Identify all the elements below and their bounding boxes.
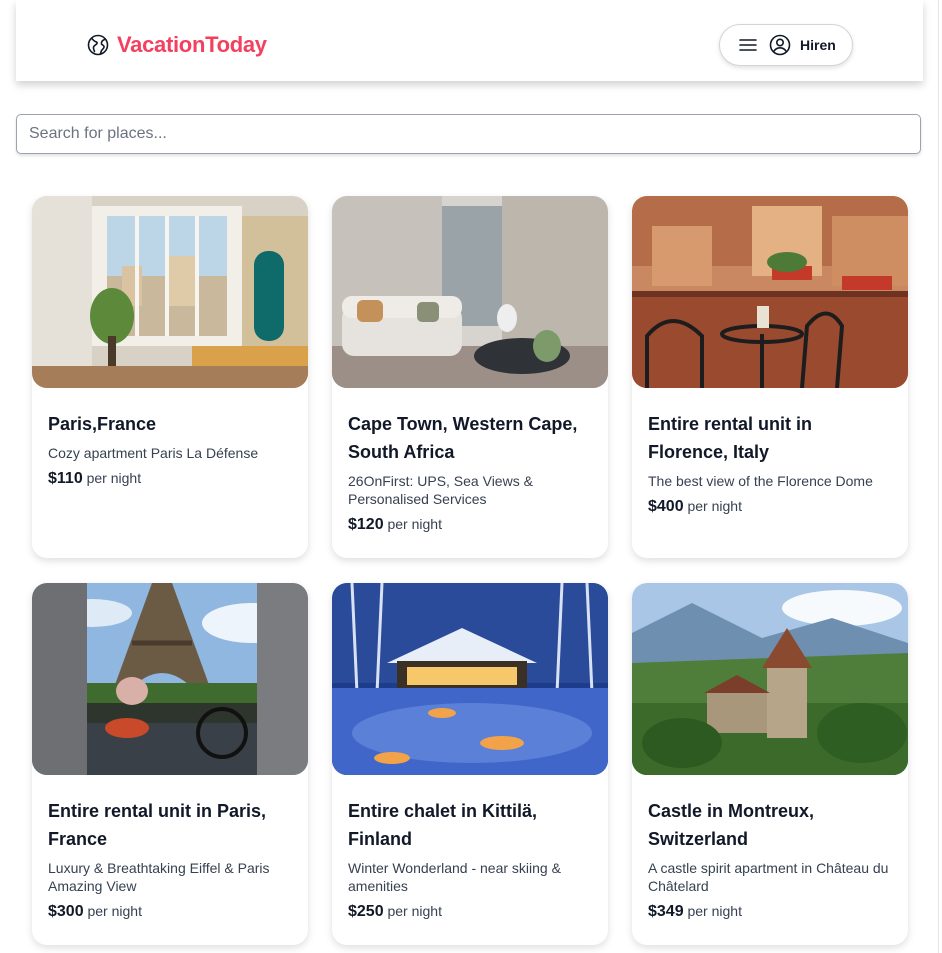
listing-photo-snowy-chalet[interactable]	[332, 583, 608, 775]
search-input[interactable]	[16, 114, 921, 154]
listing-card[interactable]: Entire rental unit in Florence, Italy Th…	[632, 196, 908, 558]
listing-photo-paris-apartment[interactable]	[32, 196, 308, 388]
listing-description: Luxury & Breathtaking Eiffel & Paris Ama…	[48, 860, 270, 894]
price-amount: $349	[648, 903, 684, 920]
price-amount: $300	[48, 903, 84, 920]
listing-price: $110 per night	[48, 470, 292, 488]
listings-grid: Paris,France Cozy apartment Paris La Déf…	[32, 196, 908, 945]
listing-description: Cozy apartment Paris La Défense	[48, 445, 259, 461]
logo-link[interactable]: VacationToday	[86, 32, 267, 58]
price-suffix: per night	[687, 903, 742, 919]
listing-title: Entire rental unit in Paris, France	[48, 801, 267, 849]
listing-photo-montreux-castle[interactable]	[632, 583, 908, 775]
page-edge-divider	[938, 0, 939, 953]
listing-photo-eiffel-tower-balcony[interactable]	[32, 583, 308, 775]
listing-title: Paris,France	[48, 414, 157, 434]
user-name: Hiren	[800, 37, 836, 53]
listing-price: $400 per night	[648, 498, 892, 516]
user-circle-icon	[769, 34, 791, 56]
listing-title: Castle in Montreux, Switzerland	[648, 801, 815, 849]
listing-card[interactable]: Castle in Montreux, Switzerland A castle…	[632, 583, 908, 945]
listing-description: 26OnFirst: UPS, Sea Views & Personalised…	[348, 473, 533, 507]
listing-photo-cape-town-living-room[interactable]	[332, 196, 608, 388]
listing-photo-florence-balcony[interactable]	[632, 196, 908, 388]
price-amount: $250	[348, 903, 384, 920]
listing-price: $349 per night	[648, 903, 892, 921]
listing-price: $300 per night	[48, 903, 292, 921]
listing-title: Entire rental unit in Florence, Italy	[648, 414, 813, 462]
listing-title: Entire chalet in Kittilä, Finland	[348, 801, 538, 849]
listing-card[interactable]: Entire chalet in Kittilä, Finland Winter…	[332, 583, 608, 945]
listing-price: $120 per night	[348, 516, 592, 534]
price-suffix: per night	[87, 903, 142, 919]
hamburger-menu-icon	[738, 37, 758, 53]
globe-icon	[86, 33, 110, 57]
listing-card[interactable]: Cape Town, Western Cape, South Africa 26…	[332, 196, 608, 558]
listing-description: The best view of the Florence Dome	[648, 473, 873, 489]
listing-description: A castle spirit apartment in Château du …	[648, 860, 889, 894]
price-suffix: per night	[86, 470, 142, 486]
user-menu-button[interactable]: Hiren	[719, 24, 853, 66]
price-amount: $110	[48, 470, 83, 487]
price-suffix: per night	[387, 516, 442, 532]
listing-price: $250 per night	[348, 903, 592, 921]
listing-description: Winter Wonderland - near skiing & amenit…	[348, 860, 561, 894]
price-amount: $400	[648, 498, 684, 515]
logo-text: VacationToday	[117, 32, 267, 57]
price-suffix: per night	[687, 498, 742, 514]
price-suffix: per night	[387, 903, 442, 919]
top-navigation-bar: VacationToday Hiren	[16, 0, 923, 81]
listing-card[interactable]: Entire rental unit in Paris, France Luxu…	[32, 583, 308, 945]
listing-card[interactable]: Paris,France Cozy apartment Paris La Déf…	[32, 196, 308, 558]
price-amount: $120	[348, 516, 384, 533]
listing-title: Cape Town, Western Cape, South Africa	[348, 414, 578, 462]
